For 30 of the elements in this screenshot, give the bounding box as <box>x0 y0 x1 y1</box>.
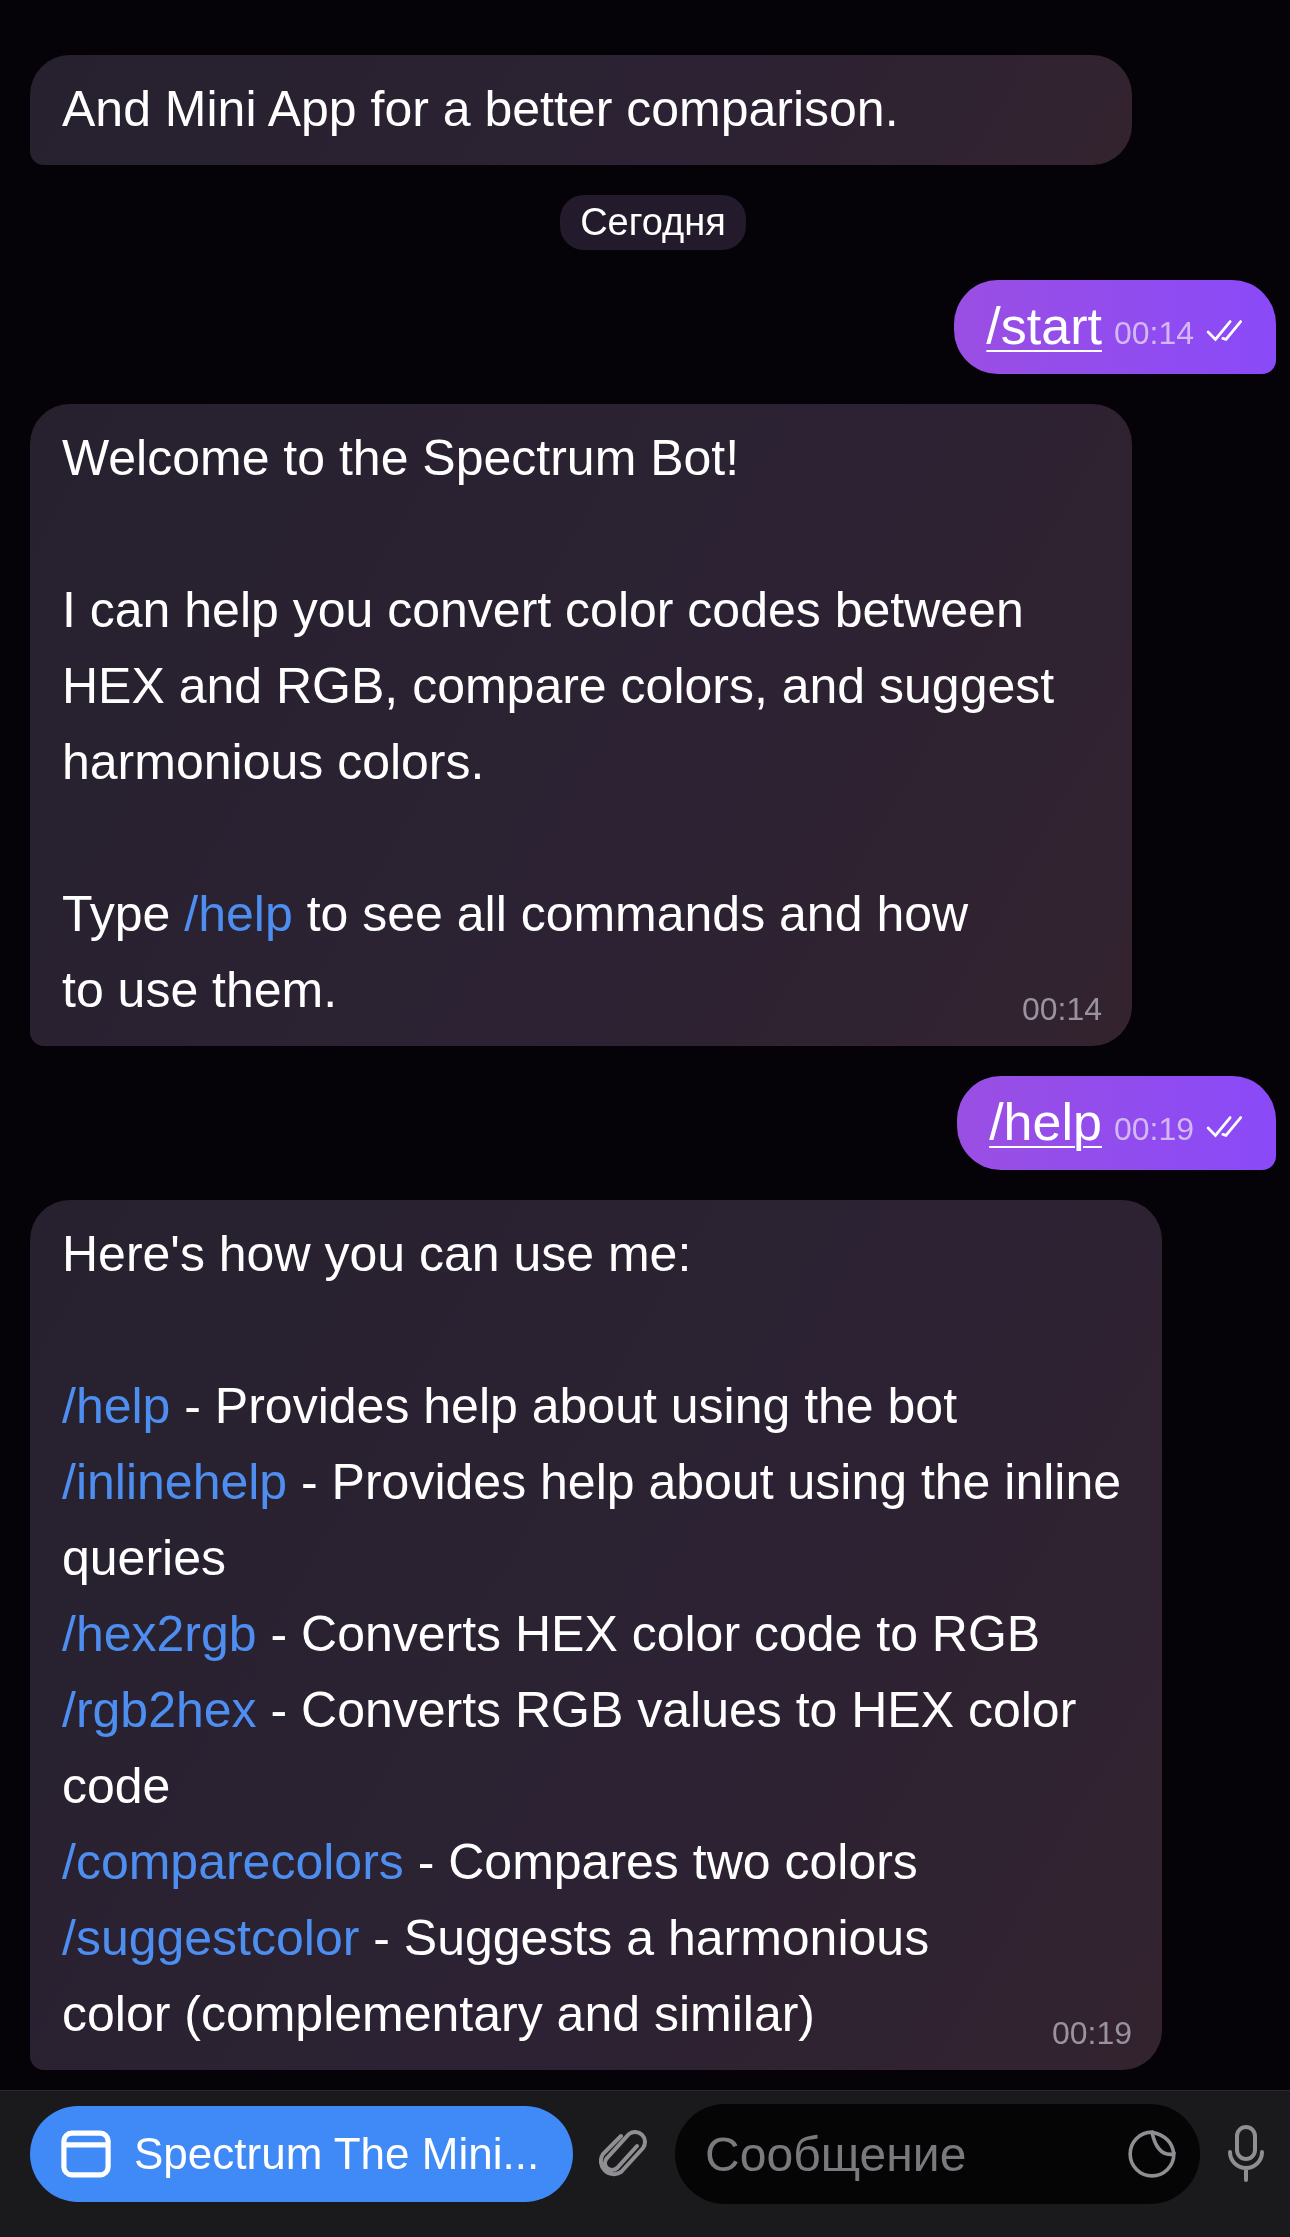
command-link[interactable]: /comparecolors <box>62 1834 404 1890</box>
command-link[interactable]: /inlinehelp <box>62 1454 288 1510</box>
message-text: And Mini App for a better comparison. <box>62 80 900 139</box>
message-text: /comparecolors - Compares two colors <box>62 1833 919 1892</box>
command-link[interactable]: /start <box>986 296 1102 356</box>
message-text: /suggestcolor - Suggests a harmonious color (complementary and similar) <box>62 1909 931 2044</box>
message-text: I can help you convert color codes between HEX and RGB, compare colors, and suggest harmonious colors. <box>62 581 1056 792</box>
command-link[interactable]: /help <box>62 1378 171 1434</box>
message-text: /help - Provides help about using the bot <box>62 1377 959 1436</box>
message-text: /rgb2hex - Converts RGB values to HEX color code <box>62 1681 1078 1816</box>
message-time: 00:19 <box>1051 2015 1132 2052</box>
message-time: 00:14 <box>1113 315 1194 352</box>
message-input[interactable]: Сообщение <box>705 2126 1126 2182</box>
message-field[interactable]: Сообщение <box>675 2104 1200 2204</box>
command-link[interactable]: /hex2rgb <box>62 1606 257 1662</box>
message-text: /inlinehelp - Provides help about using the inline queries <box>62 1453 1123 1588</box>
sticker-icon[interactable] <box>1126 2128 1178 2180</box>
date-label: Сегодня <box>560 195 746 250</box>
window-icon <box>60 2128 112 2180</box>
command-link[interactable]: /help <box>184 886 293 942</box>
mini-app-button[interactable]: Spectrum The Mini... <box>30 2106 574 2202</box>
command-link[interactable]: /rgb2hex <box>62 1682 257 1738</box>
message-time: 00:14 <box>1021 991 1102 1028</box>
command-link[interactable]: /suggestcolor <box>62 1910 360 1966</box>
message-text: /hex2rgb - Converts HEX color code to RGB <box>62 1605 1042 1664</box>
message-text: Type /help to see all commands and how to use them. <box>62 885 970 1020</box>
message-text: Welcome to the Spectrum Bot! <box>62 429 741 488</box>
command-link[interactable]: /help <box>989 1092 1102 1152</box>
message-time: 00:19 <box>1113 1111 1194 1148</box>
message-text: Here's how you can use me: <box>62 1225 693 1284</box>
